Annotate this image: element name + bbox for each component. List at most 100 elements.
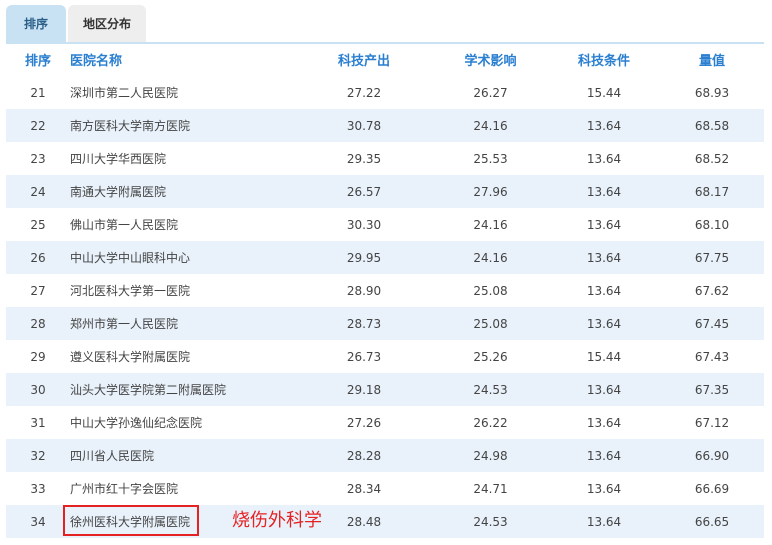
cell-rank: 31 <box>30 415 46 430</box>
cell-academic-impact: 24.16 <box>473 250 508 265</box>
cell-hospital-name: 深圳市第二人民医院 <box>70 86 179 100</box>
cell-sci-output: 30.78 <box>346 118 382 133</box>
cell-sci-output: 28.28 <box>346 448 382 463</box>
cell-sci-conditions: 15.44 <box>586 349 622 364</box>
cell-hospital-name: 广州市红十字会医院 <box>70 482 179 496</box>
cell-value: 67.45 <box>694 316 730 331</box>
cell-rank: 23 <box>30 151 46 166</box>
cell-value: 68.58 <box>694 118 730 133</box>
header-hospital-name[interactable]: 医院名称 <box>70 50 295 69</box>
cell-rank: 27 <box>30 283 46 298</box>
annotation-label: 烧伤外科学 <box>232 510 322 531</box>
cell-academic-impact: 25.08 <box>473 283 508 298</box>
cell-sci-conditions: 13.64 <box>586 448 622 463</box>
cell-rank: 29 <box>30 349 46 364</box>
cell-hospital-name: 郑州市第一人民医院 <box>70 317 179 331</box>
tab-region-distribution[interactable]: 地区分布 <box>68 5 146 43</box>
cell-sci-conditions: 13.64 <box>586 382 622 397</box>
cell-rank: 22 <box>30 118 46 133</box>
cell-sci-output: 28.73 <box>346 316 382 331</box>
table-row[interactable]: 27 河北医科大学第一医院 28.90 25.08 13.64 67.62 <box>6 274 764 307</box>
table-header-row: 排序 医院名称 科技产出 学术影响 科技条件 量值 <box>6 43 764 76</box>
cell-value: 68.52 <box>694 151 730 166</box>
cell-rank: 24 <box>30 184 46 199</box>
table-row[interactable]: 25 佛山市第一人民医院 30.30 24.16 13.64 68.10 <box>6 208 764 241</box>
cell-hospital-name: 南方医科大学南方医院 <box>70 119 191 133</box>
cell-academic-impact: 24.16 <box>473 217 508 232</box>
table-row[interactable]: 22 南方医科大学南方医院 30.78 24.16 13.64 68.58 <box>6 109 764 142</box>
cell-value: 66.69 <box>694 481 730 496</box>
cell-sci-output: 26.73 <box>346 349 382 364</box>
cell-hospital-name: 四川大学华西医院 <box>70 152 167 166</box>
tab-ranking[interactable]: 排序 <box>6 5 66 43</box>
cell-academic-impact: 24.71 <box>473 481 508 496</box>
cell-value: 68.93 <box>694 85 730 100</box>
header-sci-conditions[interactable]: 科技条件 <box>548 50 660 69</box>
cell-sci-output: 28.34 <box>346 481 382 496</box>
table-row[interactable]: 21 深圳市第二人民医院 27.22 26.27 15.44 68.93 <box>6 76 764 109</box>
table-row[interactable]: 23 四川大学华西医院 29.35 25.53 13.64 68.52 <box>6 142 764 175</box>
table-row[interactable]: 30 汕头大学医学院第二附属医院 29.18 24.53 13.64 67.35 <box>6 373 764 406</box>
cell-sci-output: 29.35 <box>346 151 382 166</box>
cell-sci-output: 30.30 <box>346 217 382 232</box>
cell-academic-impact: 25.26 <box>473 349 508 364</box>
table-row[interactable]: 34 徐州医科大学附属医院 28.48 24.53 13.64 66.65 <box>6 505 764 538</box>
cell-rank: 34 <box>30 514 46 529</box>
ranking-table: 排序 医院名称 科技产出 学术影响 科技条件 量值 21 深圳市第二人民医院 27.… <box>6 43 764 538</box>
cell-rank: 25 <box>30 217 46 232</box>
cell-academic-impact: 24.53 <box>473 514 508 529</box>
table-row[interactable]: 29 遵义医科大学附属医院 26.73 25.26 15.44 67.43 <box>6 340 764 373</box>
cell-value: 67.62 <box>694 283 730 298</box>
table-row[interactable]: 33 广州市红十字会医院 28.34 24.71 13.64 66.69 <box>6 472 764 505</box>
cell-value: 68.10 <box>694 217 730 232</box>
cell-sci-conditions: 13.64 <box>586 514 622 529</box>
cell-value: 68.17 <box>694 184 730 199</box>
cell-rank: 32 <box>30 448 46 463</box>
tab-bar: 排序 地区分布 <box>6 5 146 43</box>
table-row[interactable]: 28 郑州市第一人民医院 28.73 25.08 13.64 67.45 <box>6 307 764 340</box>
cell-sci-conditions: 13.64 <box>586 250 622 265</box>
cell-sci-output: 27.26 <box>346 415 382 430</box>
table-row[interactable]: 26 中山大学中山眼科中心 29.95 24.16 13.64 67.75 <box>6 241 764 274</box>
cell-sci-output: 28.90 <box>346 283 382 298</box>
header-value[interactable]: 量值 <box>660 50 764 69</box>
cell-hospital-name: 中山大学中山眼科中心 <box>70 251 191 265</box>
cell-hospital-name: 佛山市第一人民医院 <box>70 218 179 232</box>
table-row[interactable]: 31 中山大学孙逸仙纪念医院 27.26 26.22 13.64 67.12 <box>6 406 764 439</box>
cell-hospital-name: 四川省人民医院 <box>70 449 155 463</box>
table-row[interactable]: 24 南通大学附属医院 26.57 27.96 13.64 68.17 <box>6 175 764 208</box>
cell-sci-output: 29.18 <box>346 382 382 397</box>
cell-value: 67.43 <box>694 349 730 364</box>
cell-sci-conditions: 15.44 <box>586 85 622 100</box>
cell-value: 66.65 <box>694 514 730 529</box>
cell-hospital-name: 汕头大学医学院第二附属医院 <box>70 383 227 397</box>
cell-value: 67.75 <box>694 250 730 265</box>
cell-sci-output: 29.95 <box>346 250 382 265</box>
table-row[interactable]: 32 四川省人民医院 28.28 24.98 13.64 66.90 <box>6 439 764 472</box>
cell-academic-impact: 26.22 <box>473 415 508 430</box>
cell-sci-conditions: 13.64 <box>586 415 622 430</box>
cell-sci-conditions: 13.64 <box>586 184 622 199</box>
cell-rank: 21 <box>30 85 46 100</box>
cell-sci-conditions: 13.64 <box>586 217 622 232</box>
cell-academic-impact: 24.98 <box>473 448 508 463</box>
header-sci-output[interactable]: 科技产出 <box>295 50 433 69</box>
header-rank[interactable]: 排序 <box>6 50 70 69</box>
cell-sci-output: 27.22 <box>346 85 382 100</box>
cell-sci-conditions: 13.64 <box>586 151 622 166</box>
cell-rank: 30 <box>30 382 46 397</box>
cell-value: 66.90 <box>694 448 730 463</box>
header-academic-impact[interactable]: 学术影响 <box>433 50 548 69</box>
cell-academic-impact: 24.16 <box>473 118 508 133</box>
cell-value: 67.12 <box>694 415 730 430</box>
cell-hospital-name: 中山大学孙逸仙纪念医院 <box>70 416 203 430</box>
cell-academic-impact: 26.27 <box>473 85 508 100</box>
cell-hospital-name: 南通大学附属医院 <box>70 185 167 199</box>
cell-sci-conditions: 13.64 <box>586 283 622 298</box>
cell-sci-conditions: 13.64 <box>586 316 622 331</box>
cell-sci-output: 26.57 <box>346 184 382 199</box>
cell-sci-conditions: 13.64 <box>586 481 622 496</box>
cell-academic-impact: 24.53 <box>473 382 508 397</box>
cell-rank: 28 <box>30 316 46 331</box>
cell-rank: 33 <box>30 481 46 496</box>
